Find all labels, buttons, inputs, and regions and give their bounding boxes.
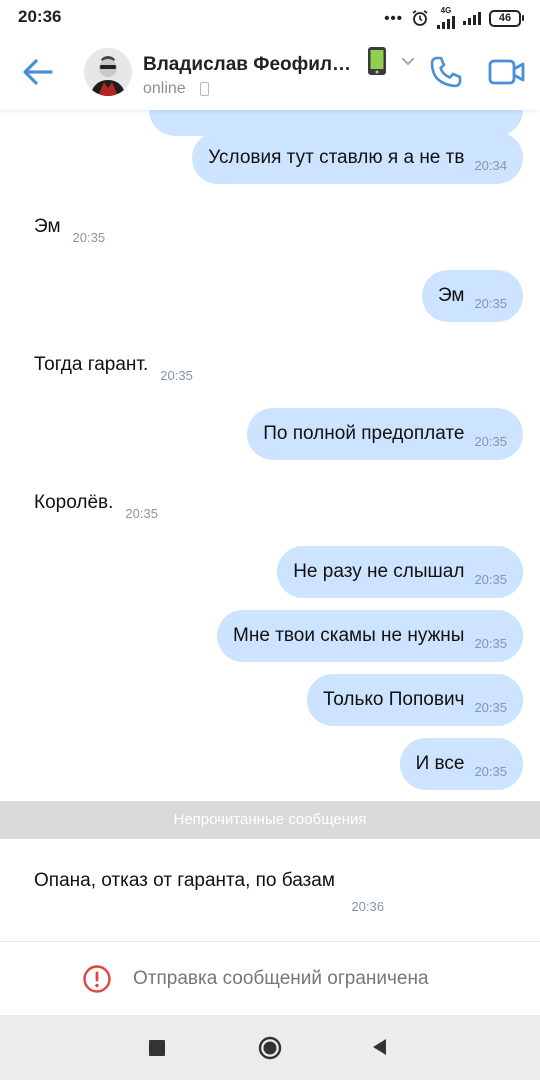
- message-time: 20:35: [72, 230, 106, 245]
- message-time: 20:34: [474, 157, 507, 173]
- mobile-online-icon: [200, 82, 209, 96]
- avatar[interactable]: [84, 48, 132, 96]
- system-nav-bar: [0, 1015, 540, 1080]
- chevron-down-icon[interactable]: [400, 56, 416, 68]
- home-icon[interactable]: [258, 1036, 282, 1060]
- chat-header: Владислав Феофил… online: [0, 34, 540, 110]
- message-time: 20:35: [474, 295, 507, 311]
- message-time: 20:35: [160, 368, 193, 383]
- unread-messages-divider: Непрочитанные сообщения: [0, 801, 540, 839]
- message-time: 20:35: [474, 635, 507, 651]
- recent-apps-icon[interactable]: [149, 1040, 165, 1056]
- outgoing-message[interactable]: И все 20:35: [399, 738, 523, 790]
- phone-icon[interactable]: [428, 54, 464, 90]
- outgoing-message[interactable]: По полной предоплате 20:35: [247, 408, 523, 460]
- mobile-phone-emoji-icon: [368, 47, 386, 75]
- signal-bars-icon: [437, 15, 455, 29]
- message-time: 20:35: [125, 506, 158, 521]
- message-list[interactable]: Условия тут ставлю я а не тв 20:34 Эм 20…: [0, 110, 540, 800]
- contact-status: online: [143, 80, 186, 97]
- status-icons: ••• 4G 46: [384, 7, 524, 29]
- outgoing-message[interactable]: Не разу не слышал 20:35: [277, 546, 523, 598]
- message-time: 20:35: [474, 699, 507, 715]
- message-text: Эм: [34, 216, 61, 237]
- message-text: По полной предоплате: [263, 423, 465, 444]
- restriction-text: Отправка сообщений ограничена: [133, 968, 429, 989]
- message-text: Королёв.: [34, 492, 114, 513]
- message-text: И все: [415, 753, 465, 774]
- incoming-message[interactable]: Эм 20:35: [34, 216, 105, 245]
- outgoing-message[interactable]: Мне твои скамы не нужны 20:35: [217, 610, 523, 662]
- incoming-message[interactable]: Опана, отказ от гаранта, по базам 20:36: [34, 870, 384, 914]
- battery-icon: 46: [489, 9, 524, 27]
- message-text: Эм: [437, 285, 465, 306]
- message-time: 20:35: [474, 763, 507, 779]
- status-bar: 20:36 ••• 4G 46: [0, 0, 540, 34]
- message-time: 20:36: [351, 899, 384, 914]
- signal-bars-icon: [463, 11, 481, 25]
- message-time: 20:35: [474, 433, 507, 449]
- message-text: Опана, отказ от гаранта, по базам: [34, 870, 335, 891]
- status-time: 20:36: [18, 7, 62, 26]
- contact-name[interactable]: Владислав Феофил…: [143, 54, 351, 76]
- incoming-message[interactable]: Королёв. 20:35: [34, 492, 158, 521]
- more-notifications-icon: •••: [384, 9, 403, 27]
- message-text: Не разу не слышал: [293, 561, 465, 582]
- battery-level: 46: [489, 9, 521, 27]
- message-text: Мне твои скамы не нужны: [233, 625, 465, 646]
- message-text: Только Попович: [323, 689, 465, 710]
- network-type-label: 4G: [440, 6, 452, 15]
- outgoing-message[interactable]: Только Попович 20:35: [307, 674, 523, 726]
- alarm-icon: [412, 10, 428, 26]
- video-camera-icon[interactable]: [488, 58, 526, 86]
- back-triangle-icon[interactable]: [370, 1037, 388, 1057]
- signal-4g: 4G: [437, 7, 455, 29]
- message-text: Тогда гарант.: [34, 354, 149, 375]
- outgoing-message[interactable]: Условия тут ставлю я а не тв 20:34: [192, 132, 523, 184]
- outgoing-message[interactable]: Эм 20:35: [421, 270, 523, 322]
- incoming-message[interactable]: Тогда гарант. 20:35: [34, 354, 193, 383]
- messaging-restricted-bar: Отправка сообщений ограничена: [0, 941, 540, 1015]
- warning-icon: [83, 965, 111, 993]
- message-text: Условия тут ставлю я а не тв: [208, 147, 465, 168]
- back-arrow-icon[interactable]: [20, 56, 56, 88]
- message-time: 20:35: [474, 571, 507, 587]
